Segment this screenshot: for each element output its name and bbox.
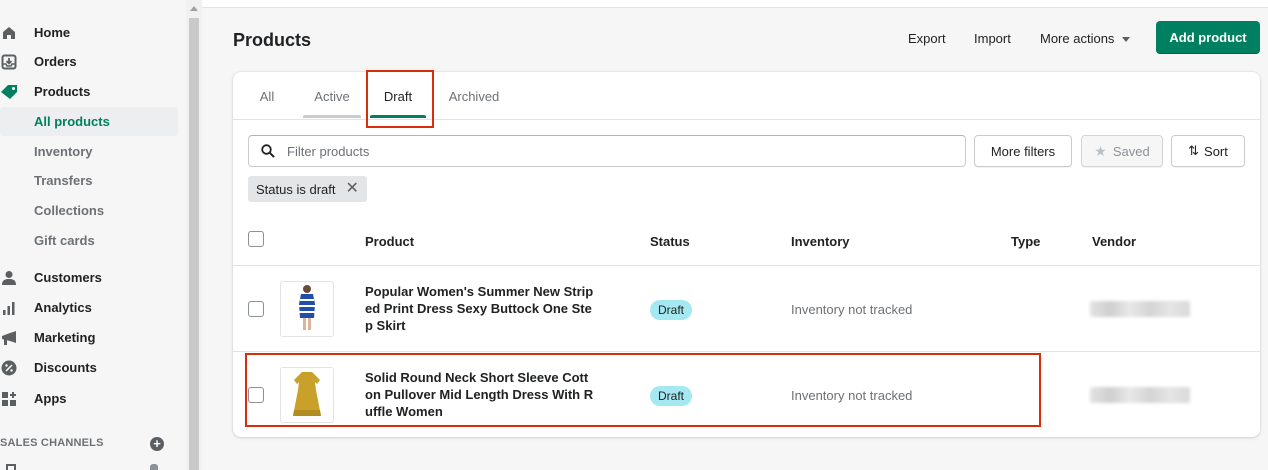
sidebar-item-label: All products <box>34 114 110 129</box>
sort-label: Sort <box>1204 143 1228 159</box>
tag-icon <box>0 83 18 101</box>
tab-label: All <box>259 88 275 104</box>
status-badge: Draft <box>650 300 693 320</box>
export-button[interactable]: Export <box>908 31 946 46</box>
caret-down-icon <box>1122 37 1131 43</box>
close-icon[interactable]: ✕ <box>345 181 358 197</box>
megaphone-icon <box>0 329 18 347</box>
sidebar-item-marketing[interactable]: Marketing <box>0 323 178 352</box>
store-icon <box>6 464 16 470</box>
sidebar-item-label: Gift cards <box>34 233 95 248</box>
page-title: Products <box>233 30 312 50</box>
product-thumbnail <box>280 281 334 337</box>
filter-products-field[interactable] <box>248 135 966 167</box>
sidebar-item-discounts[interactable]: Discounts <box>0 353 178 382</box>
sidebar-item-gift-cards[interactable]: Gift cards <box>0 226 178 255</box>
apps-icon <box>0 390 18 408</box>
tab-archived[interactable]: Archived <box>435 72 513 120</box>
sidebar-item-label: Collections <box>34 203 105 218</box>
search-input[interactable] <box>287 136 957 166</box>
sort-icon: ⇅ <box>1188 143 1200 158</box>
annotation-highlight-row <box>245 353 1041 427</box>
person-icon <box>0 269 18 287</box>
add-channel-icon[interactable]: + <box>150 437 164 451</box>
sidebar-item-label: Transfers <box>34 173 93 188</box>
main-content: Products Export Import More actions Add … <box>202 0 1268 470</box>
star-icon: ★ <box>1094 142 1107 159</box>
product-name-link[interactable]: Popular Women's Summer New Striped Print… <box>365 283 595 334</box>
sidebar-item-label: Products <box>34 84 91 99</box>
sidebar-item-inventory[interactable]: Inventory <box>0 137 178 166</box>
add-product-button[interactable]: Add product <box>1156 21 1260 54</box>
discount-icon <box>0 359 18 377</box>
top-bar <box>202 0 1268 8</box>
table-header: Product Status Inventory Type Vendor <box>233 218 1260 266</box>
scrollbar-thumb[interactable] <box>189 18 199 470</box>
annotation-highlight-draft-tab <box>366 70 434 128</box>
sales-channels-heading: SALES CHANNELS <box>0 437 104 449</box>
sidebar-item-label: Marketing <box>34 330 96 345</box>
vendor-value-redacted <box>1090 387 1190 403</box>
scroll-up-icon[interactable] <box>190 6 198 11</box>
tab-label: Active <box>314 88 350 104</box>
more-filters-button[interactable]: More filters <box>974 135 1072 167</box>
more-actions-button[interactable]: More actions <box>1040 31 1131 46</box>
sidebar-item-products[interactable]: Products <box>0 77 178 106</box>
sidebar-item-label: Home <box>34 25 71 40</box>
sidebar-item-label: Inventory <box>34 144 93 159</box>
sidebar-item-label: Orders <box>34 54 77 69</box>
column-header-vendor[interactable]: Vendor <box>1092 234 1136 249</box>
column-header-type[interactable]: Type <box>1011 234 1040 249</box>
sidebar-item-label: Customers <box>34 270 102 285</box>
sort-button[interactable]: ⇅ Sort <box>1171 135 1245 167</box>
sidebar-scrollbar[interactable] <box>186 0 202 470</box>
sidebar-item-customers[interactable]: Customers <box>0 263 178 292</box>
sidebar-item-transfers[interactable]: Transfers <box>0 166 178 195</box>
tab-active[interactable]: Active <box>299 72 365 120</box>
sidebar: Home Orders Products All products Invent… <box>0 0 186 470</box>
tab-all[interactable]: All <box>249 72 285 120</box>
home-icon <box>0 24 18 42</box>
bar-chart-icon <box>0 299 18 317</box>
tab-label: Archived <box>448 88 500 104</box>
column-header-product[interactable]: Product <box>365 234 414 249</box>
search-icon <box>261 144 275 163</box>
import-button[interactable]: Import <box>974 31 1011 46</box>
column-header-inventory[interactable]: Inventory <box>791 234 850 249</box>
table-row[interactable]: Popular Women's Summer New Striped Print… <box>233 267 1260 352</box>
saved-button[interactable]: ★ Saved <box>1081 135 1163 167</box>
saved-label: Saved <box>1112 143 1150 159</box>
sidebar-item-label: Discounts <box>34 360 97 375</box>
sidebar-item-home[interactable]: Home <box>0 18 178 47</box>
sidebar-item-label: Analytics <box>34 300 92 315</box>
sidebar-item-label: Apps <box>34 391 67 406</box>
sidebar-item-apps[interactable]: Apps <box>0 384 178 413</box>
sidebar-item-analytics[interactable]: Analytics <box>0 293 178 322</box>
inventory-value: Inventory not tracked <box>791 302 913 317</box>
sidebar-item-all-products[interactable]: All products <box>0 107 178 136</box>
select-all-checkbox[interactable] <box>248 231 264 247</box>
column-header-status[interactable]: Status <box>650 234 690 249</box>
orders-icon <box>0 53 18 71</box>
eye-icon <box>150 464 158 470</box>
row-checkbox[interactable] <box>248 301 264 317</box>
vendor-value-redacted <box>1090 301 1190 317</box>
filter-chip[interactable]: Status is draft ✕ <box>248 176 367 202</box>
sidebar-item-orders[interactable]: Orders <box>0 47 178 76</box>
more-actions-label: More actions <box>1040 31 1115 46</box>
chip-label: Status is draft <box>256 181 336 197</box>
tab-hover-underline <box>303 115 361 118</box>
sidebar-item-collections[interactable]: Collections <box>0 196 178 225</box>
